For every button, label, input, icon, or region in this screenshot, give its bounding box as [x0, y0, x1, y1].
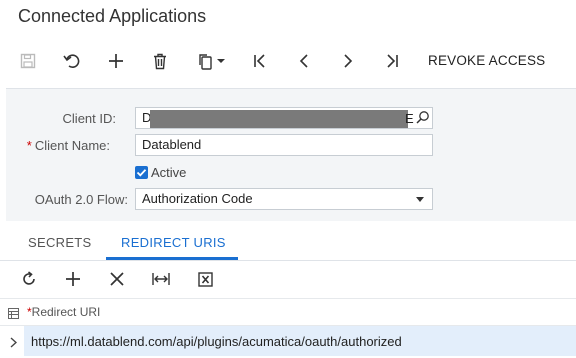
last-record-button[interactable] — [377, 46, 407, 76]
chevron-right-icon — [10, 337, 18, 348]
tab-secrets[interactable]: SECRETS — [28, 235, 92, 250]
first-record-icon — [254, 54, 265, 68]
previous-record-icon — [299, 54, 308, 68]
client-name-value: Datablend — [142, 137, 202, 152]
add-row-button[interactable] — [58, 264, 88, 294]
column-header-label: Redirect URI — [31, 305, 101, 319]
row-selector[interactable] — [10, 335, 18, 353]
plus-icon — [66, 272, 80, 286]
delete-button[interactable] — [145, 46, 175, 76]
table-row[interactable]: https://ml.datablend.com/api/plugins/acu… — [0, 326, 576, 356]
column-settings-button[interactable] — [8, 306, 19, 324]
next-record-icon — [344, 54, 353, 68]
copy-paste-icon — [199, 53, 212, 70]
last-record-icon — [387, 54, 398, 68]
fit-columns-icon — [152, 273, 170, 285]
refresh-button[interactable] — [14, 264, 44, 294]
fit-columns-button[interactable] — [146, 264, 176, 294]
client-name-label-text: Client Name: — [34, 138, 110, 153]
copy-paste-menu-button[interactable] — [189, 46, 233, 76]
oauth-flow-label: OAuth 2.0 Flow: — [34, 192, 128, 207]
excel-export-icon — [197, 271, 213, 287]
refresh-icon — [23, 271, 35, 285]
tab-redirect-uris[interactable]: REDIRECT URIS — [121, 235, 226, 250]
previous-record-button[interactable] — [289, 46, 319, 76]
required-marker: * — [26, 138, 32, 153]
active-checkbox[interactable] — [135, 166, 148, 179]
tab-bar: SECRETS REDIRECT URIS — [0, 226, 576, 261]
chevron-down-icon — [416, 197, 424, 202]
redirect-uri-cell[interactable]: https://ml.datablend.com/api/plugins/acu… — [24, 326, 576, 356]
trash-icon — [154, 53, 166, 69]
client-name-label: * Client Name: — [20, 138, 110, 153]
save-button[interactable] — [13, 46, 43, 76]
export-excel-button[interactable] — [190, 264, 220, 294]
oauth-flow-value: Authorization Code — [142, 191, 253, 206]
chevron-down-icon — [217, 59, 225, 63]
active-label: Active — [151, 165, 187, 180]
plus-icon — [109, 54, 123, 68]
first-record-button[interactable] — [245, 46, 275, 76]
close-icon — [110, 272, 124, 286]
column-settings-icon — [8, 308, 19, 319]
client-id-label: Client ID: — [62, 111, 116, 126]
next-record-button[interactable] — [333, 46, 363, 76]
grid-toolbar — [0, 262, 576, 296]
undo-icon — [63, 54, 80, 68]
checkmark-icon — [136, 169, 147, 177]
search-icon — [416, 111, 429, 124]
grid-header: *Redirect URI — [0, 298, 576, 326]
client-id-lookup-button[interactable] — [416, 110, 430, 129]
oauth-flow-select[interactable]: Authorization Code — [135, 188, 433, 210]
undo-button[interactable] — [57, 46, 87, 76]
redirect-uri-value: https://ml.datablend.com/api/plugins/acu… — [31, 334, 402, 349]
client-id-suffix: E — [405, 111, 414, 126]
client-name-field[interactable]: Datablend — [135, 134, 433, 156]
page-title: Connected Applications — [18, 6, 207, 26]
revoke-access-button[interactable]: REVOKE ACCESS — [428, 53, 545, 68]
add-button[interactable] — [101, 46, 131, 76]
delete-row-button[interactable] — [102, 264, 132, 294]
save-icon — [20, 53, 36, 69]
redacted-mask — [150, 110, 408, 128]
column-header-redirect-uri[interactable]: *Redirect URI — [27, 305, 100, 319]
active-tab-indicator — [106, 257, 238, 260]
